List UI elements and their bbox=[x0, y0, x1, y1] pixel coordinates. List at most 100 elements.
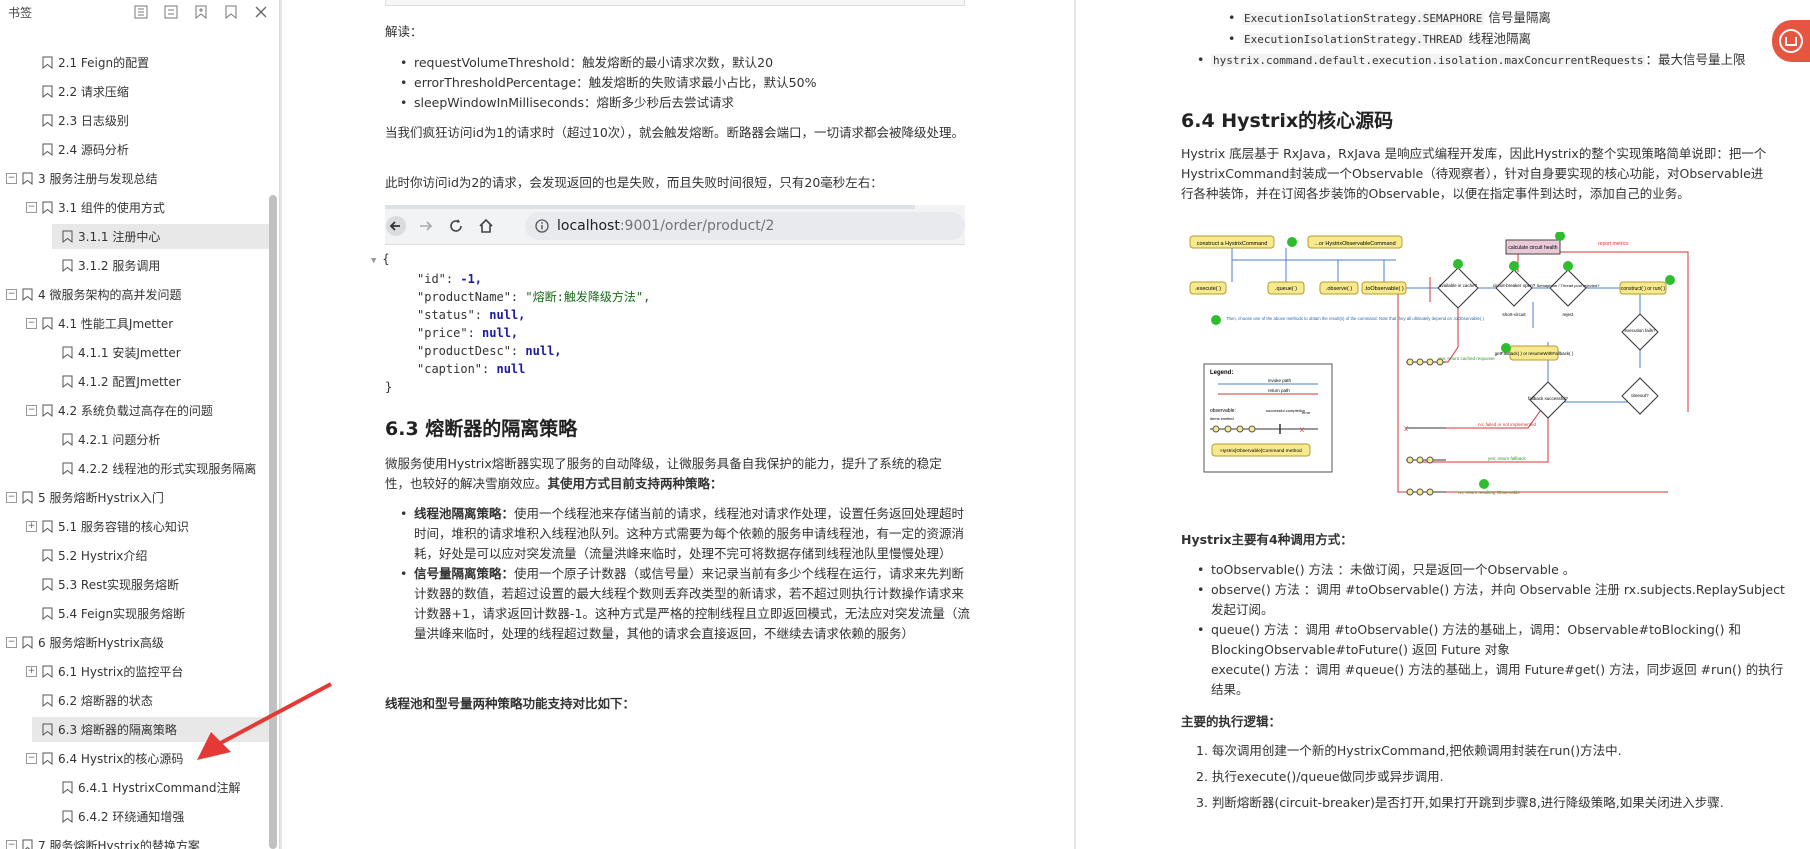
collapse-toggle-icon[interactable]: − bbox=[6, 173, 17, 184]
diagram-step-1 bbox=[1287, 237, 1297, 247]
sidebar-item[interactable]: − 7 服务熔断Hystrix的替换方案 bbox=[0, 831, 269, 849]
sidebar-item[interactable]: − 4.2 系统负载过高存在的问题 bbox=[0, 396, 269, 425]
collapse-toggle-icon[interactable]: − bbox=[6, 492, 17, 503]
code-block-bottom bbox=[385, 0, 965, 6]
sidebar-item[interactable]: 2.1 Feign的配置 bbox=[0, 48, 269, 77]
expand-all-icon[interactable] bbox=[133, 4, 149, 20]
sidebar-item[interactable]: − 4 微服务架构的高并发问题 bbox=[0, 280, 269, 309]
diagram-node: .queue( ) bbox=[1267, 281, 1305, 295]
sidebar-item[interactable]: 5.2 Hystrix介绍 bbox=[0, 541, 269, 570]
json-response: ▼ { "id": -1, "productName": "熔断:触发降级方法",… bbox=[371, 250, 651, 396]
sidebar-item-label: 4.1.2 配置Jmetter bbox=[78, 375, 181, 389]
sidebar-item-label: 4.1 性能工具Jmetter bbox=[58, 317, 174, 331]
call-text: queue() 方法 ：调用 #toObservable() 方法的基础上，调用… bbox=[1211, 622, 1742, 657]
bookmark-icon bbox=[62, 433, 73, 446]
sidebar-item[interactable]: − 3 服务注册与发现总结 bbox=[0, 164, 269, 193]
svg-text:x: x bbox=[1404, 424, 1408, 433]
bookmark-icon bbox=[42, 723, 53, 736]
collapse-all-icon[interactable] bbox=[163, 4, 179, 20]
red-arrow-annotation bbox=[197, 682, 332, 760]
sidebar-item[interactable]: − 6 服务熔断Hystrix高级 bbox=[0, 628, 269, 657]
bookmark-icon bbox=[62, 810, 73, 823]
sidebar-item[interactable]: − 4.1 性能工具Jmetter bbox=[0, 309, 269, 338]
sidebar-item-label: 5 服务熔断Hystrix入门 bbox=[38, 491, 164, 505]
sidebar-item-label: 3.1.1 注册中心 bbox=[78, 230, 161, 244]
url-path: :9001/order/product/2 bbox=[619, 218, 775, 234]
collapse-toggle-icon[interactable]: − bbox=[6, 637, 17, 648]
sidebar-item[interactable]: 2.4 源码分析 bbox=[0, 135, 269, 164]
sidebar-item-label: 7 服务熔断Hystrix的替换方案 bbox=[38, 839, 200, 849]
bookmark-icon bbox=[42, 578, 53, 591]
sidebar-item-label: 6.4.1 HystrixCommand注解 bbox=[78, 781, 241, 795]
collapse-toggle-icon[interactable]: − bbox=[6, 840, 17, 849]
sidebar-item[interactable]: 4.2.2 线程池的形式实现服务隔离 bbox=[0, 454, 269, 483]
diagram-decision: available in cache? bbox=[1437, 267, 1479, 309]
sidebar-item-label: 2.3 日志级别 bbox=[58, 114, 129, 128]
list-item: errorThresholdPercentage：触发熔断的失败请求最小占比，默… bbox=[400, 73, 974, 93]
diagram-label: no; failed or not implemented bbox=[1478, 422, 1537, 427]
parameter-list: requestVolumeThreshold：触发熔断的最小请求次数，默认20 … bbox=[400, 53, 974, 113]
expand-toggle-icon[interactable]: + bbox=[26, 666, 37, 677]
json-value: null, bbox=[489, 308, 526, 322]
bookmark-icon bbox=[22, 491, 33, 504]
logic-heading: 主要的执行逻辑： bbox=[1181, 714, 1282, 729]
sidebar-item[interactable]: 4.1.1 安装Jmetter bbox=[0, 338, 269, 367]
code-inline: ExecutionIsolationStrategy.SEMAPHORE bbox=[1242, 12, 1485, 25]
add-bookmark-icon[interactable] bbox=[193, 4, 209, 20]
diagram-label: ...or HystrixObservableCommand bbox=[1314, 241, 1395, 247]
json-key: "productDesc": bbox=[417, 344, 519, 358]
sidebar-item-label: 6.4 Hystrix的核心源码 bbox=[58, 752, 184, 766]
json-value: "熔断:触发降级方法", bbox=[525, 290, 651, 304]
sidebar-item[interactable]: 4.2.1 问题分析 bbox=[0, 425, 269, 454]
url-bar: localhost:9001/order/product/2 bbox=[525, 212, 965, 240]
sidebar-item-label: 2.4 源码分析 bbox=[58, 143, 129, 157]
sidebar-item[interactable]: 3.1.1 注册中心 bbox=[0, 222, 269, 251]
diagram-label: .execute( ) bbox=[1195, 286, 1221, 292]
calls-heading: Hystrix主要有4种调用方式： bbox=[1181, 532, 1353, 547]
list-item: 2. 执行execute()/queue做同步或异步调用. bbox=[1196, 769, 1444, 784]
sidebar-item[interactable]: 5.4 Feign实现服务熔断 bbox=[0, 599, 269, 628]
collapse-toggle-icon[interactable]: − bbox=[26, 405, 37, 416]
list-item: 1. 每次调用创建一个新的HystrixCommand,把依赖调用封装在run(… bbox=[1196, 743, 1622, 758]
diagram-label: construct a HystrixCommand bbox=[1197, 241, 1268, 247]
diagram-note: Then, choose one of the above methods to… bbox=[1226, 316, 1485, 321]
diagram-label: execution fails? bbox=[1624, 328, 1656, 333]
strategy-title: 信号量隔离策略： bbox=[414, 566, 515, 581]
config-list: hystrix.command.default.execution.isolat… bbox=[1197, 50, 1773, 71]
legend-label: invoke path bbox=[1268, 378, 1292, 383]
collapse-toggle-icon[interactable]: − bbox=[6, 289, 17, 300]
bookmark-icon[interactable] bbox=[223, 4, 239, 20]
option-text: 线程池隔离 bbox=[1464, 31, 1532, 46]
json-brace: } bbox=[385, 380, 393, 394]
sidebar-item[interactable]: 2.3 日志级别 bbox=[0, 106, 269, 135]
sidebar-item[interactable]: 4.1.2 配置Jmetter bbox=[0, 367, 269, 396]
bookmark-icon bbox=[42, 665, 53, 678]
bookmark-icon bbox=[42, 607, 53, 620]
sidebar-item-label: 2.2 请求压缩 bbox=[58, 85, 129, 99]
list-item: toObservable() 方法 ：未做订阅，只是返回一个Observable… bbox=[1197, 560, 1791, 580]
sidebar-item[interactable]: 2.2 请求压缩 bbox=[0, 77, 269, 106]
collapse-toggle-icon[interactable]: − bbox=[26, 753, 37, 764]
bookmark-icon bbox=[42, 752, 53, 765]
list-item: sleepWindowInMilliseconds：熔断多少秒后去尝试请求 bbox=[400, 93, 974, 113]
sidebar-item[interactable]: 5.3 Rest实现服务熔断 bbox=[0, 570, 269, 599]
bookmark-icon bbox=[42, 694, 53, 707]
floating-app-button[interactable] bbox=[1772, 20, 1810, 62]
legend-label: return path bbox=[1268, 388, 1290, 393]
diagram-node: construct( ) or run( ) bbox=[1619, 281, 1667, 295]
collapse-toggle-icon[interactable]: − bbox=[26, 202, 37, 213]
json-key: "status": bbox=[417, 308, 483, 322]
sidebar-item[interactable]: − 3.1 组件的使用方式 bbox=[0, 193, 269, 222]
bookmark-icon bbox=[42, 404, 53, 417]
sidebar-item[interactable]: 6.4.2 环绕通知增强 bbox=[0, 802, 269, 831]
sidebar-item[interactable]: 3.1.2 服务调用 bbox=[0, 251, 269, 280]
sidebar-item-label: 6.4.2 环绕通知增强 bbox=[78, 810, 185, 824]
collapse-toggle-icon[interactable]: − bbox=[26, 318, 37, 329]
strategy-list: 线程池隔离策略：使用一个线程池来存储当前的请求，线程池对请求作处理，设置任务返回… bbox=[400, 504, 970, 644]
close-icon[interactable] bbox=[253, 4, 269, 20]
bookmark-icon bbox=[62, 259, 73, 272]
diagram-decision: timeout? bbox=[1621, 377, 1659, 415]
sidebar-item[interactable]: +5.1 服务容错的核心知识 bbox=[0, 512, 269, 541]
sidebar-item[interactable]: − 5 服务熔断Hystrix入门 bbox=[0, 483, 269, 512]
expand-toggle-icon[interactable]: + bbox=[26, 521, 37, 532]
